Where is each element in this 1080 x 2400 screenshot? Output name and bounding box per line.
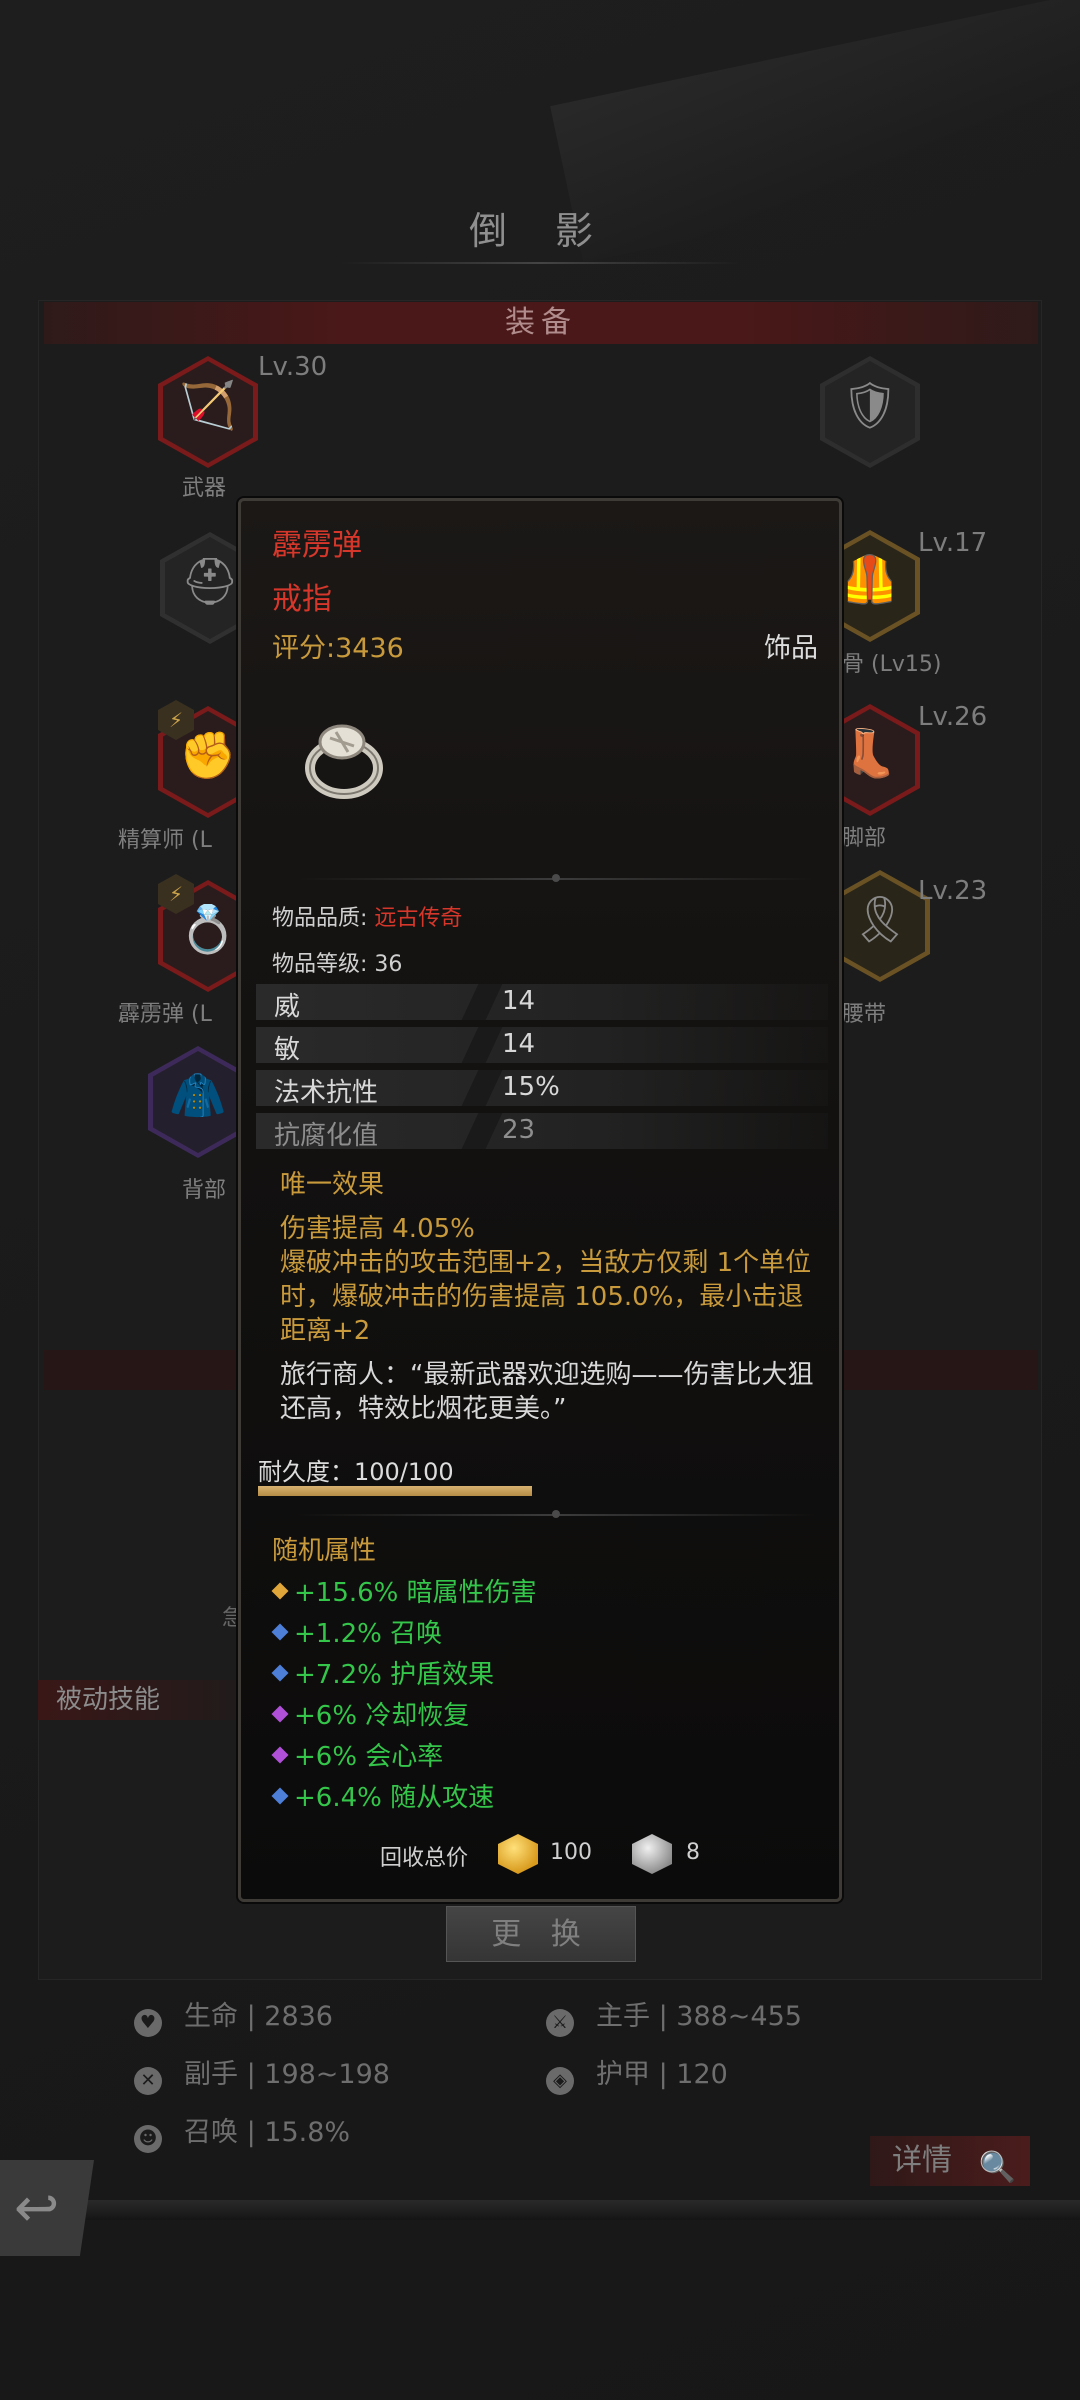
cloak-icon: 🧥	[169, 1068, 227, 1122]
magnifier-icon: 🔍	[978, 2150, 1016, 2185]
random-stat: +1.2% 召唤	[271, 1613, 442, 1650]
dagger-icon: ✕	[134, 2067, 162, 2095]
slot-shield[interactable]: 🛡	[820, 356, 920, 468]
item-score: 评分:3436	[272, 633, 404, 664]
stat-armor: ◈ 护甲 | 120	[546, 2052, 728, 2095]
attribute-row: 威 14	[256, 984, 828, 1022]
unique-effect-title: 唯一效果	[280, 1170, 385, 1200]
slot-feet-label: 脚部	[842, 826, 887, 851]
stat-summon: ☻ 召唤 | 15.8%	[134, 2110, 350, 2153]
details-button[interactable]: 详情 🔍	[870, 2136, 1030, 2186]
random-stat: +6% 冷却恢复	[271, 1695, 469, 1732]
tooltip-divider	[296, 1510, 816, 1518]
flavor-text: 旅行商人：“最新武器欢迎选购——伤害比大狙还高，特效比烟花更美。”	[280, 1360, 814, 1424]
item-level: 物品等级: 36	[272, 952, 403, 977]
attribute-row: 法术抗性 15%	[256, 1070, 828, 1108]
random-stat: +6.4% 随从攻速	[271, 1777, 494, 1814]
slot-chest-label: 骨 (Lv15)	[842, 652, 942, 677]
slot-chest-level: Lv.17	[918, 528, 988, 558]
random-stat: +6% 会心率	[271, 1736, 443, 1773]
item-name: 霹雳弹	[272, 528, 362, 563]
heart-icon: ♥	[134, 2009, 162, 2037]
slot-weapon[interactable]: 🏹	[158, 356, 258, 468]
gem-icon	[271, 1582, 289, 1600]
stat-mainhand: ⚔ 主手 | 388~455	[546, 1994, 802, 2037]
gem-icon	[271, 1746, 289, 1764]
slot-ring-label: 霹雳弹 (L	[118, 1002, 212, 1027]
bottom-strip	[0, 2200, 1080, 2220]
gem-icon	[271, 1787, 289, 1805]
unique-effect-body: 伤害提高 4.05% 爆破冲击的攻击范围+2，当敌方仅剩 1个单位时，爆破冲击的…	[280, 1214, 812, 1346]
summon-icon: ☻	[134, 2125, 162, 2153]
screen-title: 倒 影	[468, 209, 612, 253]
gold-value: 100	[550, 1840, 592, 1865]
equipment-header: 装备	[44, 302, 1038, 344]
title-underline	[340, 262, 740, 264]
item-category: 饰品	[764, 633, 818, 664]
swap-button[interactable]: 更 换	[446, 1906, 636, 1962]
random-stat: +15.6% 暗属性伤害	[271, 1572, 537, 1609]
slot-back[interactable]: 🧥	[148, 1046, 248, 1158]
slot-back-label: 背部	[182, 1178, 227, 1203]
slot-feet-level: Lv.26	[918, 702, 988, 732]
gem-icon	[271, 1705, 289, 1723]
shield-icon: 🛡	[840, 378, 900, 432]
bow-icon: 🏹	[179, 378, 237, 432]
tooltip-divider	[296, 874, 816, 882]
attribute-row: 抗腐化值 23	[256, 1113, 828, 1151]
durability-label: 耐久度：100/100	[258, 1458, 454, 1486]
stat-life: ♥ 生命 | 2836	[134, 1994, 333, 2037]
slot-belt-label: 腰带	[842, 1002, 887, 1027]
item-quality: 物品品质: 远古传奇	[272, 906, 463, 931]
item-quality-value: 远古传奇	[374, 906, 463, 931]
recycle-label: 回收总价	[380, 1846, 469, 1871]
stat-offhand: ✕ 副手 | 198~198	[134, 2052, 390, 2095]
durability-bar	[258, 1486, 532, 1496]
slot-belt-level: Lv.23	[918, 876, 988, 906]
durability-fill	[258, 1486, 532, 1496]
random-stats-title: 随机属性	[272, 1536, 377, 1566]
back-arrow-icon: ↩	[14, 2176, 60, 2239]
slot-weapon-label: 武器	[182, 476, 227, 501]
armor-icon: ◈	[546, 2067, 574, 2095]
item-type: 戒指	[272, 582, 332, 617]
gem-icon	[271, 1623, 289, 1641]
slot-weapon-level: Lv.30	[258, 352, 328, 382]
ring-icon	[305, 724, 383, 799]
gem-icon	[271, 1664, 289, 1682]
ore-value: 8	[686, 1840, 700, 1865]
slot-accountant-label: 精算师 (L	[118, 828, 212, 853]
sword-icon: ⚔	[546, 2009, 574, 2037]
slot-belt[interactable]: 🎗	[830, 870, 930, 982]
random-stat: +7.2% 护盾效果	[271, 1654, 494, 1691]
attribute-row: 敏 14	[256, 1027, 828, 1065]
belt-icon: 🎗	[850, 892, 910, 946]
back-button[interactable]: ↩	[0, 2160, 94, 2256]
